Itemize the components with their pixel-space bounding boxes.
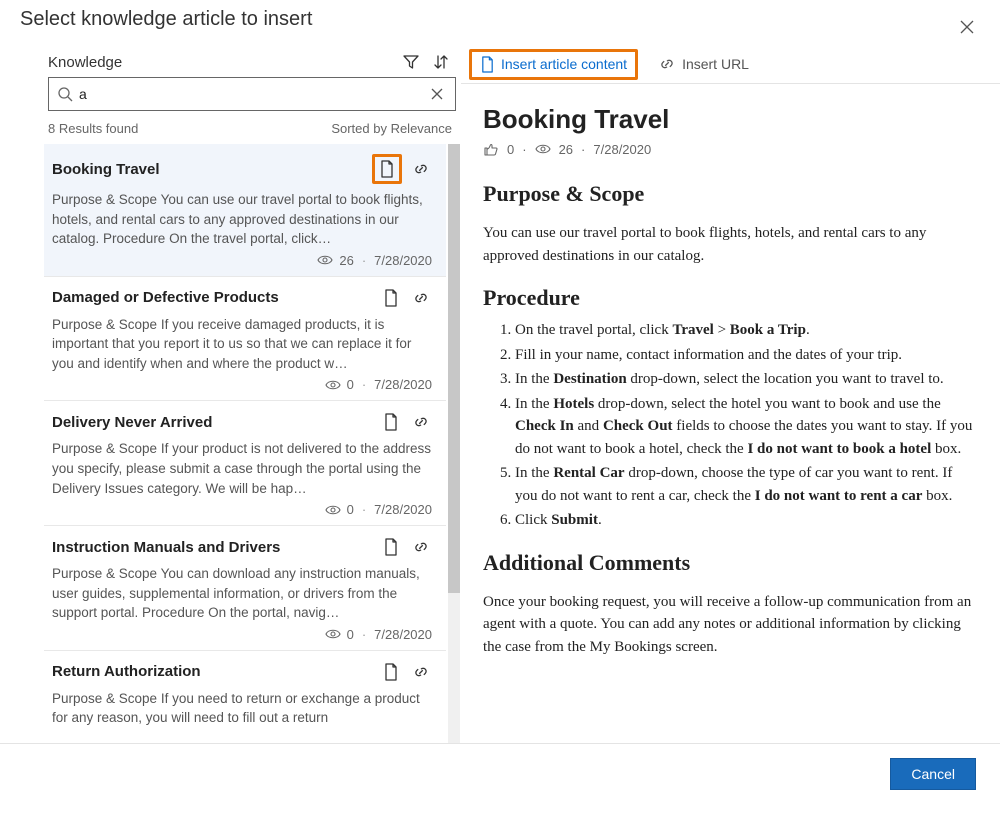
result-snippet: Purpose & Scope You can use our travel p… bbox=[52, 190, 432, 249]
preview-heading: Purpose & Scope bbox=[483, 181, 978, 207]
list-item: Fill in your name, contact information a… bbox=[515, 344, 978, 367]
list-item: In the Hotels drop-down, select the hote… bbox=[515, 393, 978, 461]
list-item: On the travel portal, click Travel > Boo… bbox=[515, 319, 978, 342]
clear-icon bbox=[431, 88, 443, 100]
insert-url-action[interactable] bbox=[410, 287, 432, 309]
knowledge-panel: Knowledge 8 Results found Sorted by Rele… bbox=[0, 43, 461, 743]
tab-label: Insert URL bbox=[682, 56, 749, 72]
insert-url-action[interactable] bbox=[410, 158, 432, 180]
insert-content-action[interactable] bbox=[380, 287, 402, 309]
views-icon bbox=[325, 628, 341, 640]
link-icon bbox=[412, 160, 430, 178]
result-title: Instruction Manuals and Drivers bbox=[52, 539, 280, 556]
tab-insert-url[interactable]: Insert URL bbox=[650, 51, 757, 77]
list-item: Click Submit. bbox=[515, 509, 978, 532]
dialog-footer: Cancel bbox=[0, 743, 1000, 804]
views-icon bbox=[535, 143, 551, 155]
preview-title: Booking Travel bbox=[483, 104, 978, 135]
tab-insert-content[interactable]: Insert article content bbox=[469, 49, 638, 80]
result-card[interactable]: Delivery Never Arrived Purpose & Scope I… bbox=[44, 401, 446, 526]
result-card[interactable]: Return Authorization Purpose & Scope If … bbox=[44, 651, 446, 740]
result-card[interactable]: Damaged or Defective Products Purpose & … bbox=[44, 277, 446, 402]
insert-content-action[interactable] bbox=[380, 536, 402, 558]
preview-meta: 0 · 26 · 7/28/2020 bbox=[483, 141, 978, 157]
result-card[interactable]: Instruction Manuals and Drivers Purpose … bbox=[44, 526, 446, 651]
result-title: Damaged or Defective Products bbox=[52, 289, 279, 306]
document-icon bbox=[480, 56, 495, 73]
search-icon bbox=[57, 86, 73, 102]
result-meta: 26 · 7/28/2020 bbox=[52, 253, 432, 268]
results-scrollbar[interactable] bbox=[448, 144, 460, 743]
sort-indicator: Sorted by Relevance bbox=[331, 121, 452, 136]
document-icon bbox=[383, 289, 399, 307]
result-snippet: Purpose & Scope You can download any ins… bbox=[52, 564, 432, 623]
preview-heading: Procedure bbox=[483, 285, 978, 311]
document-icon bbox=[383, 413, 399, 431]
sort-icon bbox=[432, 53, 450, 71]
result-meta: 0·7/28/2020 bbox=[52, 502, 432, 517]
insert-content-action[interactable] bbox=[380, 411, 402, 433]
views-icon bbox=[325, 504, 341, 516]
preview-panel: Insert article content Insert URL Bookin… bbox=[461, 43, 1000, 743]
link-icon bbox=[412, 413, 430, 431]
insert-content-action[interactable] bbox=[372, 154, 402, 184]
result-snippet: Purpose & Scope If your product is not d… bbox=[52, 439, 432, 498]
results-count: 8 Results found bbox=[48, 121, 138, 136]
insert-tabs: Insert article content Insert URL bbox=[461, 43, 1000, 84]
link-icon bbox=[412, 538, 430, 556]
views-icon bbox=[317, 254, 333, 266]
insert-url-action[interactable] bbox=[410, 536, 432, 558]
dialog-title: Select knowledge article to insert bbox=[0, 0, 1000, 43]
preview-paragraph: You can use our travel portal to book fl… bbox=[483, 222, 978, 267]
close-icon bbox=[960, 20, 974, 34]
knowledge-header-title: Knowledge bbox=[48, 54, 122, 71]
thumbs-up-icon bbox=[483, 141, 499, 157]
result-meta: 0·7/28/2020 bbox=[52, 627, 432, 642]
tab-label: Insert article content bbox=[501, 56, 627, 72]
link-icon bbox=[658, 55, 676, 73]
result-snippet: Purpose & Scope If you receive damaged p… bbox=[52, 315, 432, 374]
document-icon bbox=[379, 160, 395, 178]
sort-button[interactable] bbox=[432, 53, 450, 71]
document-icon bbox=[383, 663, 399, 681]
search-clear-button[interactable] bbox=[427, 86, 447, 102]
result-card[interactable]: Booking Travel Purpose & Scope You can u… bbox=[44, 144, 446, 277]
insert-url-action[interactable] bbox=[410, 661, 432, 683]
insert-content-action[interactable] bbox=[380, 661, 402, 683]
views-icon bbox=[325, 379, 341, 391]
search-box[interactable] bbox=[48, 77, 456, 111]
results-list: Booking Travel Purpose & Scope You can u… bbox=[40, 144, 460, 743]
list-item: In the Destination drop-down, select the… bbox=[515, 368, 978, 391]
preview-heading: Additional Comments bbox=[483, 550, 978, 576]
document-icon bbox=[383, 538, 399, 556]
article-preview: Booking Travel 0 · 26 · 7/28/2020 Purpos… bbox=[461, 84, 1000, 673]
preview-procedure-list: On the travel portal, click Travel > Boo… bbox=[497, 319, 978, 532]
list-item: In the Rental Car drop-down, choose the … bbox=[515, 462, 978, 507]
filter-button[interactable] bbox=[402, 53, 420, 71]
cancel-button[interactable]: Cancel bbox=[890, 758, 976, 790]
result-snippet: Purpose & Scope If you need to return or… bbox=[52, 689, 432, 728]
close-button[interactable] bbox=[960, 20, 980, 40]
preview-paragraph: Once your booking request, you will rece… bbox=[483, 591, 978, 659]
result-title: Delivery Never Arrived bbox=[52, 414, 212, 431]
scrollbar-thumb[interactable] bbox=[448, 144, 460, 593]
search-input[interactable] bbox=[73, 86, 427, 102]
link-icon bbox=[412, 663, 430, 681]
result-title: Booking Travel bbox=[52, 161, 160, 178]
link-icon bbox=[412, 289, 430, 307]
filter-icon bbox=[402, 53, 420, 71]
insert-url-action[interactable] bbox=[410, 411, 432, 433]
result-meta: 0·7/28/2020 bbox=[52, 377, 432, 392]
result-title: Return Authorization bbox=[52, 663, 201, 680]
